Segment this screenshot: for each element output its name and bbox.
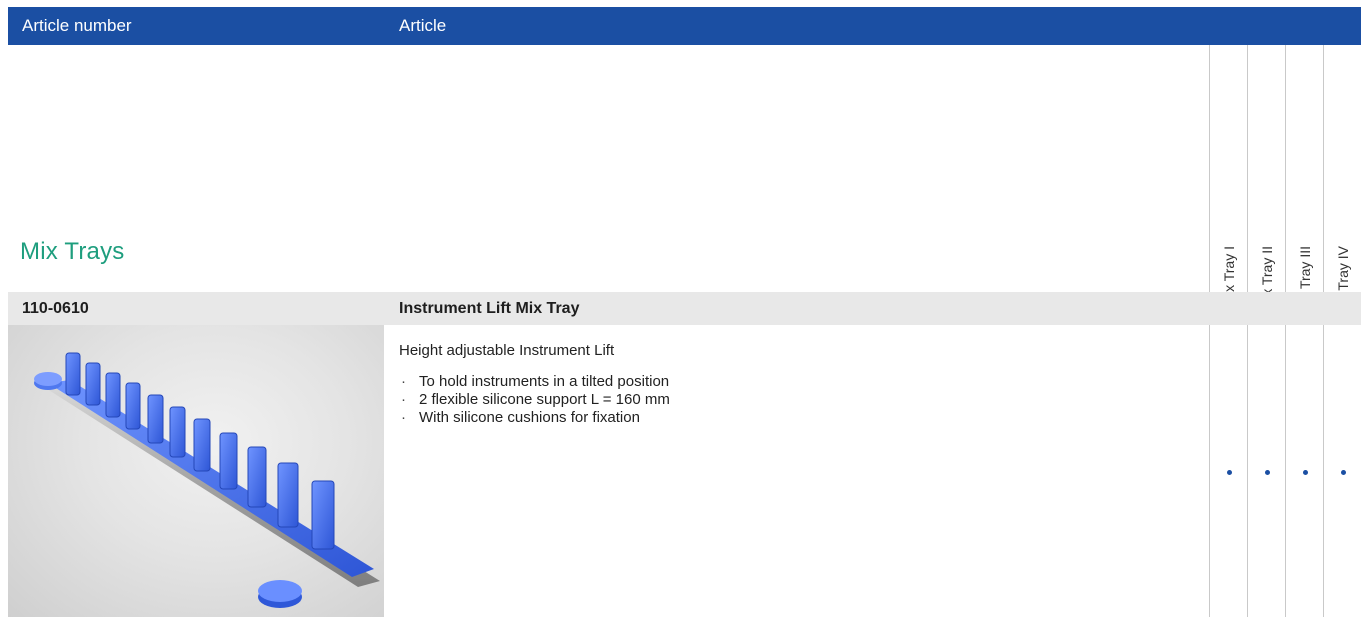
list-item: To hold instruments in a tilted position: [399, 373, 1159, 391]
product-photo: [8, 325, 384, 617]
product-lead: Height adjustable Instrument Lift: [399, 342, 615, 359]
variant-column-3: Mix Tray III: [1285, 45, 1323, 314]
article-number: 110-0610: [22, 300, 89, 317]
included-dot-icon: [1302, 470, 1308, 475]
section-title: Mix Trays: [20, 238, 125, 265]
header-article-number: Article number: [22, 16, 132, 35]
list-item: 2 flexible silicone support L = 160 mm: [399, 391, 1159, 409]
feature-list: To hold instruments in a tilted position…: [399, 373, 1159, 427]
product-description: Height adjustable Instrument Lift To hol…: [399, 342, 1159, 427]
variant-column-2: Mix Tray II: [1247, 45, 1285, 311]
included-dot-icon: [1226, 470, 1232, 475]
list-item: With silicone cushions for fixation: [399, 409, 1159, 427]
included-dot-icon: [1264, 470, 1270, 475]
product-row-header: 110-0610 Instrument Lift Mix Tray: [8, 292, 1361, 325]
header-article: Article: [399, 16, 447, 35]
instrument-lift-illustration: [34, 352, 380, 608]
availability-cell-2: [1247, 325, 1285, 617]
included-dot-icon: [1340, 470, 1346, 475]
table-header-bar: Article number Article: [8, 7, 1361, 45]
variant-column-1: Mix Tray I: [1209, 45, 1247, 307]
availability-cell-1: [1209, 325, 1247, 617]
availability-cell-4: [1323, 325, 1361, 617]
availability-cell-3: [1285, 325, 1323, 617]
variant-column-4: Mix Tray IV: [1323, 45, 1361, 316]
article-name: Instrument Lift Mix Tray: [399, 300, 580, 317]
